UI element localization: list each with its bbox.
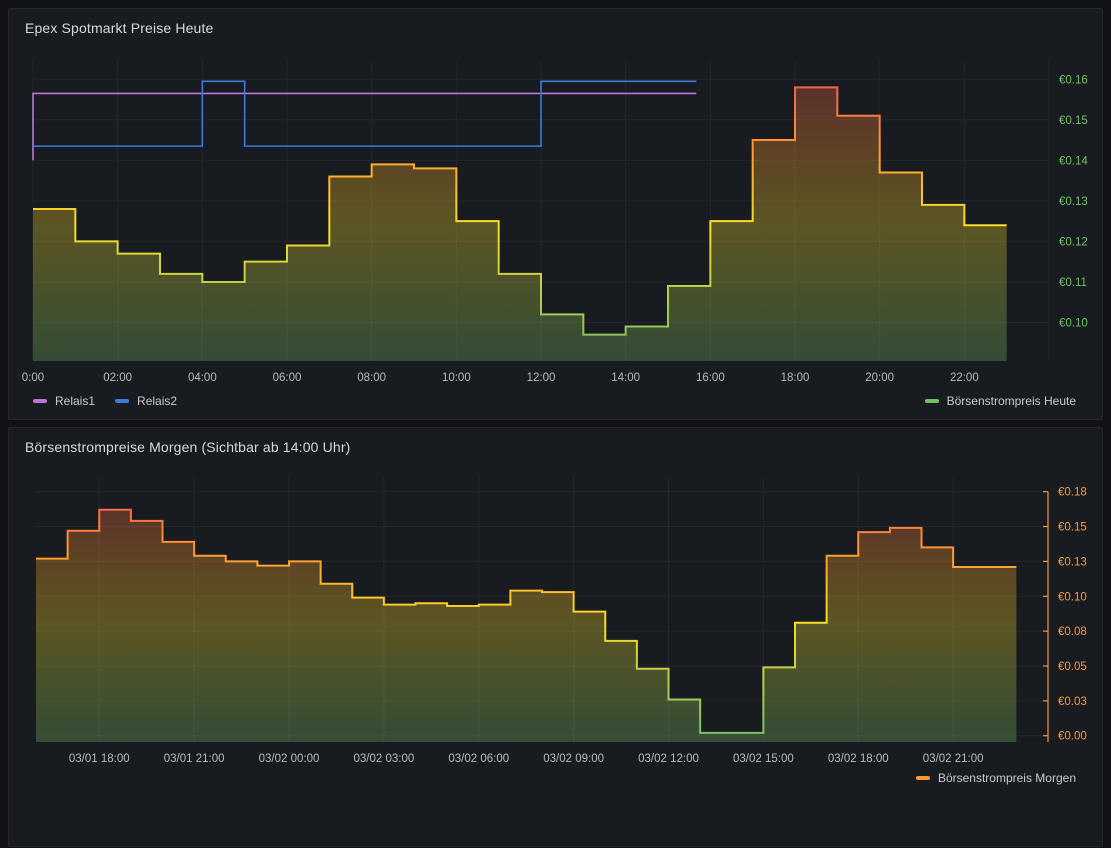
x-tick-label: 18:00 xyxy=(781,372,810,384)
legend-group-left: Relais1 Relais2 xyxy=(33,393,177,409)
y-axis-labels: €0.18 €0.15 €0.13 €0.10 €0.08 €0.05 €0.03 €0.00 xyxy=(1058,487,1087,743)
legend: Börsenstrompreis Morgen xyxy=(33,770,1076,786)
line-Relais1 xyxy=(33,93,696,160)
x-axis-labels: 0:00 02:00 04:00 06:00 08:00 10:00 12:00 14:00 1… xyxy=(22,372,979,384)
legend-item-börsenstrompreis-morgen[interactable]: Börsenstrompreis Morgen xyxy=(916,770,1076,786)
x-tick-label: 16:00 xyxy=(696,372,725,384)
y-tick-label: €0.16 xyxy=(1059,74,1088,86)
grafana-dashboard: { "panels": [ { "title": "Epex Spotmarkt… xyxy=(0,0,1111,780)
y-tick-label: €0.15 xyxy=(1059,115,1088,127)
legend-swatch xyxy=(33,399,47,403)
x-tick-label: 03/02 12:00 xyxy=(638,753,699,765)
legend-item-börsenstrompreis-heute[interactable]: Börsenstrompreis Heute xyxy=(925,393,1076,409)
legend-label: Relais1 xyxy=(55,393,95,409)
x-tick-label: 03/02 03:00 xyxy=(353,753,414,765)
y-tick-label: €0.00 xyxy=(1058,731,1087,743)
x-tick-label: 06:00 xyxy=(273,372,302,384)
y-tick-label: €0.05 xyxy=(1058,661,1087,673)
y-tick-label: €0.10 xyxy=(1058,591,1087,603)
x-tick-label: 03/01 21:00 xyxy=(164,753,225,765)
x-tick-label: 22:00 xyxy=(950,372,979,384)
x-tick-label: 04:00 xyxy=(188,372,217,384)
y-tick-label: €0.13 xyxy=(1059,196,1088,208)
x-tick-label: 10:00 xyxy=(442,372,471,384)
y-tick-label: €0.10 xyxy=(1059,318,1088,330)
x-axis-labels: 03/01 18:00 03/01 21:00 03/02 00:00 03/02 0… xyxy=(69,753,984,765)
area-fill-Börsenstrompreis Heute xyxy=(33,87,1007,361)
y-axis-labels: €0.16 €0.15 €0.14 €0.13 €0.12 €0.11 €0.10 xyxy=(1059,74,1088,329)
legend-swatch xyxy=(916,776,930,780)
y-tick-label: €0.14 xyxy=(1059,155,1088,167)
x-tick-label: 20:00 xyxy=(865,372,894,384)
legend-group-right: Börsenstrompreis Heute xyxy=(925,393,1076,409)
y-tick-label: €0.12 xyxy=(1059,236,1088,248)
panel-epex-spotmarkt-heute: Epex Spotmarkt Preise Heute €0.16€0.15€0… xyxy=(8,8,1103,420)
x-tick-label: 12:00 xyxy=(527,372,556,384)
legend-swatch xyxy=(115,399,129,403)
y-tick-label: €0.18 xyxy=(1058,487,1087,499)
x-tick-label: 03/02 09:00 xyxy=(543,753,604,765)
y-axis-line xyxy=(1043,492,1048,742)
legend-label: Börsenstrompreis Heute xyxy=(947,393,1076,409)
x-tick-label: 0:00 xyxy=(22,372,44,384)
x-tick-label: 08:00 xyxy=(357,372,386,384)
legend-label: Relais2 xyxy=(137,393,177,409)
y-tick-label: €0.11 xyxy=(1059,277,1087,289)
panel-boersenstrompreise-morgen: Börsenstrompreise Morgen (Sichtbar ab 14… xyxy=(8,427,1103,847)
x-tick-label: 14:00 xyxy=(611,372,640,384)
x-tick-label: 03/02 00:00 xyxy=(259,753,320,765)
x-tick-label: 03/02 21:00 xyxy=(923,753,984,765)
area-fill-Börsenstrompreis Morgen xyxy=(36,510,1016,742)
chart-preise-heute[interactable]: €0.16€0.15€0.14€0.13€0.12€0.11€0.100:000… xyxy=(9,9,1102,421)
legend-group-right: Börsenstrompreis Morgen xyxy=(916,770,1076,786)
x-tick-label: 03/02 06:00 xyxy=(448,753,509,765)
y-tick-label: €0.03 xyxy=(1058,696,1087,708)
x-tick-label: 03/01 18:00 xyxy=(69,753,130,765)
line-Relais2 xyxy=(33,81,696,146)
y-tick-label: €0.15 xyxy=(1058,522,1087,534)
legend-item-relais2[interactable]: Relais2 xyxy=(115,393,177,409)
legend: Relais1 Relais2 Börsenstrompreis Heute xyxy=(33,393,1076,409)
legend-swatch xyxy=(925,399,939,403)
x-tick-label: 02:00 xyxy=(103,372,132,384)
x-tick-label: 03/02 15:00 xyxy=(733,753,794,765)
y-tick-label: €0.13 xyxy=(1058,556,1087,568)
legend-item-relais1[interactable]: Relais1 xyxy=(33,393,95,409)
legend-label: Börsenstrompreis Morgen xyxy=(938,770,1076,786)
x-tick-label: 03/02 18:00 xyxy=(828,753,889,765)
y-tick-label: €0.08 xyxy=(1058,626,1087,638)
